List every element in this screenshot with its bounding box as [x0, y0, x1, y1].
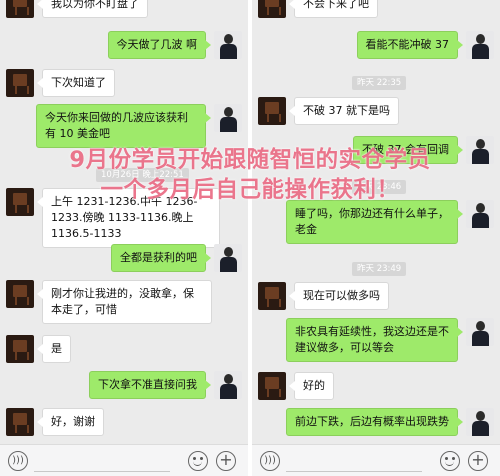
voice-icon[interactable]: )))	[8, 451, 28, 471]
message-bubble[interactable]: 好，谢谢	[37, 408, 104, 436]
message-bubble[interactable]: 看能不能冲破 37	[356, 31, 463, 59]
message-bubble[interactable]: 上午 1231-1236.中午 1236-1233.傍晚 1133-1136.晚…	[37, 188, 220, 248]
message-sent: 全都是获利的吧	[111, 244, 242, 272]
message-bubble[interactable]: 好的	[289, 372, 334, 400]
emoji-icon[interactable]	[440, 451, 460, 471]
input-bar: ))) +	[252, 444, 500, 476]
message-bubble[interactable]: 不会下来了吧	[289, 0, 378, 18]
message-bubble[interactable]: 全都是获利的吧	[111, 244, 211, 272]
contact-avatar[interactable]	[258, 0, 286, 18]
message-bubble[interactable]: 现在可以做多吗	[289, 282, 389, 310]
user-avatar[interactable]	[466, 200, 494, 228]
input-bar: ))) +	[0, 444, 248, 476]
voice-icon[interactable]: )))	[260, 451, 280, 471]
message-sent: 今天你来回做的几波应该获利有 10 美金吧	[36, 104, 242, 148]
contact-avatar[interactable]	[258, 282, 286, 310]
user-avatar[interactable]	[466, 136, 494, 164]
message-received: 不破 37 就下是吗	[258, 97, 399, 125]
message-sent: 非农具有延续性，我这边还是不建议做多，可以等会	[286, 318, 494, 362]
message-sent: 睡了吗，你那边还有什么单子，老金	[286, 200, 494, 244]
timestamp: 昨天 23:49	[352, 262, 407, 276]
timestamp: 昨天 23:46	[352, 180, 407, 194]
message-received: 好，谢谢	[6, 408, 104, 436]
message-bubble[interactable]: 不破 37 会有回调	[353, 136, 463, 164]
emoji-icon[interactable]	[188, 451, 208, 471]
message-input[interactable]	[286, 450, 422, 472]
message-bubble[interactable]: 今天你来回做的几波应该获利有 10 美金吧	[36, 104, 211, 148]
contact-avatar[interactable]	[6, 0, 34, 18]
user-avatar[interactable]	[214, 104, 242, 132]
message-sent: 前边下跌，后边有概率出现跌势	[286, 408, 494, 436]
user-avatar[interactable]	[214, 31, 242, 59]
message-received: 现在可以做多吗	[258, 282, 389, 310]
user-avatar[interactable]	[466, 318, 494, 346]
message-bubble[interactable]: 不破 37 就下是吗	[289, 97, 399, 125]
chat-panel-left: 我以为你不盯盘了 今天做了几波 啊 下次知道了 今天你来回做的几波应该获利有 1…	[0, 0, 248, 476]
contact-avatar[interactable]	[6, 188, 34, 216]
contact-avatar[interactable]	[6, 280, 34, 308]
message-bubble[interactable]: 今天做了几波 啊	[107, 31, 211, 59]
contact-avatar[interactable]	[6, 69, 34, 97]
message-input[interactable]	[34, 450, 170, 472]
message-bubble[interactable]: 我以为你不盯盘了	[37, 0, 148, 18]
timestamp: 昨天 22:35	[352, 76, 407, 90]
chat-panel-right: 不会下来了吧 看能不能冲破 37 昨天 22:35 不破 37 就下是吗 不破 …	[252, 0, 500, 476]
message-bubble[interactable]: 睡了吗，你那边还有什么单子，老金	[286, 200, 463, 244]
timestamp: 10月26日 晚上22:51	[96, 168, 189, 182]
message-sent: 今天做了几波 啊	[107, 31, 242, 59]
message-sent: 下次拿不准直接问我	[89, 371, 242, 399]
message-received: 上午 1231-1236.中午 1236-1233.傍晚 1133-1136.晚…	[6, 188, 220, 248]
message-received: 我以为你不盯盘了	[6, 0, 148, 18]
message-sent: 看能不能冲破 37	[356, 31, 494, 59]
user-avatar[interactable]	[466, 408, 494, 436]
user-avatar[interactable]	[214, 371, 242, 399]
message-received: 好的	[258, 372, 334, 400]
message-bubble[interactable]: 下次拿不准直接问我	[89, 371, 211, 399]
user-avatar[interactable]	[214, 244, 242, 272]
contact-avatar[interactable]	[6, 335, 34, 363]
message-bubble[interactable]: 刚才你让我进的，没敢拿，保本走了，可惜	[37, 280, 212, 324]
message-bubble[interactable]: 下次知道了	[37, 69, 115, 97]
message-bubble[interactable]: 是	[37, 335, 71, 363]
message-received: 是	[6, 335, 71, 363]
message-received: 不会下来了吧	[258, 0, 378, 18]
plus-icon[interactable]: +	[216, 451, 236, 471]
contact-avatar[interactable]	[6, 408, 34, 436]
user-avatar[interactable]	[466, 31, 494, 59]
message-sent: 不破 37 会有回调	[353, 136, 494, 164]
message-bubble[interactable]: 前边下跌，后边有概率出现跌势	[286, 408, 463, 436]
contact-avatar[interactable]	[258, 372, 286, 400]
contact-avatar[interactable]	[258, 97, 286, 125]
message-bubble[interactable]: 非农具有延续性，我这边还是不建议做多，可以等会	[286, 318, 463, 362]
plus-icon[interactable]: +	[468, 451, 488, 471]
message-received: 下次知道了	[6, 69, 115, 97]
message-received: 刚才你让我进的，没敢拿，保本走了，可惜	[6, 280, 212, 324]
